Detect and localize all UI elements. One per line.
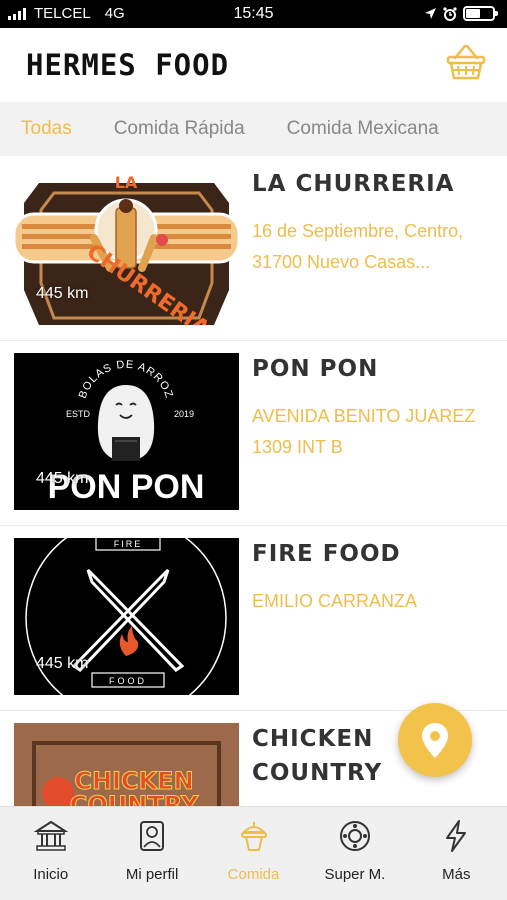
ponpon-logo-estd: ESTD xyxy=(66,409,91,419)
nav-label: Mi perfil xyxy=(125,866,179,883)
profile-icon xyxy=(140,821,165,851)
restaurant-address-line1: AVENIDA BENITO JUAREZ xyxy=(252,406,476,426)
restaurant-logo-la-churreria: LA CHURRERIA 445 km xyxy=(14,168,239,325)
basket-icon[interactable] xyxy=(445,42,487,82)
supermarket-icon xyxy=(339,821,370,851)
location-arrow-icon xyxy=(425,8,436,19)
app-title: HERMES FOOD xyxy=(26,48,230,82)
status-bar: TELCEL 4G 15:45 xyxy=(0,0,507,28)
nav-inicio[interactable]: Inicio xyxy=(0,807,101,900)
restaurant-row-fire-food[interactable]: FIRE FOOD 445 km FIRE FOOD EMILIO CARRAN… xyxy=(0,526,507,711)
tab-todas[interactable]: Todas xyxy=(21,118,72,140)
distance-label: 445 km xyxy=(36,655,89,672)
restaurant-logo-fire-food: FIRE FOOD 445 km xyxy=(14,538,239,695)
lightning-icon xyxy=(446,820,467,852)
tab-comida-rapida[interactable]: Comida Rápida xyxy=(114,118,245,140)
churreria-logo-la: LA xyxy=(115,173,138,192)
restaurant-name: FIRE FOOD xyxy=(252,541,401,567)
battery-icon xyxy=(463,6,498,21)
restaurant-address-line1: 16 de Septiembre, Centro, xyxy=(252,221,464,241)
restaurant-address-line2: 31700 Nuevo Casas... xyxy=(252,252,431,272)
bottom-nav: Inicio Mi perfil Comida Super M. Más xyxy=(0,806,507,900)
nav-label: Comida xyxy=(227,866,280,883)
nav-super-m[interactable]: Super M. xyxy=(304,807,405,900)
chickencountry-logo-graphic: CHICKEN COUNTRY xyxy=(32,741,221,806)
ponpon-logo-year: 2019 xyxy=(174,409,194,419)
alarm-icon xyxy=(443,6,457,21)
restaurant-logo-chicken-country: CHICKEN COUNTRY xyxy=(14,723,239,806)
bank-icon xyxy=(33,820,68,851)
status-right xyxy=(424,6,498,21)
location-pin-icon xyxy=(422,723,448,758)
restaurant-address-line2: 1309 INT B xyxy=(252,437,343,457)
restaurant-name: LA CHURRERIA xyxy=(252,171,455,197)
restaurant-row-pon-pon[interactable]: BOLAS DE ARROZ ESTD 2019 PON PON 445 km … xyxy=(0,341,507,526)
nav-comida[interactable]: Comida xyxy=(203,807,304,900)
distance-label: 445 km xyxy=(36,470,89,487)
restaurant-address-line1: EMILIO CARRANZA xyxy=(252,591,418,611)
restaurant-name: PON PON xyxy=(252,356,379,382)
nav-label: Super M. xyxy=(324,866,386,883)
firefood-logo-bottom: FOOD xyxy=(109,676,147,686)
nav-label: Inicio xyxy=(33,866,69,883)
category-tabs: Todas Comida Rápida Comida Mexicana xyxy=(0,102,507,156)
nav-mi-perfil[interactable]: Mi perfil xyxy=(101,807,202,900)
restaurant-row-la-churreria[interactable]: LA CHURRERIA 445 km LA CHURRERIA 16 de S… xyxy=(0,156,507,341)
distance-label: 445 km xyxy=(36,285,89,302)
chickencountry-logo-line2: COUNTRY xyxy=(70,791,199,806)
firefood-logo-top: FIRE xyxy=(114,539,143,549)
food-icon xyxy=(240,822,267,851)
nav-label: Más xyxy=(442,866,471,883)
app-header: HERMES FOOD xyxy=(0,28,507,102)
tab-comida-mexicana[interactable]: Comida Mexicana xyxy=(287,118,439,140)
restaurant-logo-pon-pon: BOLAS DE ARROZ ESTD 2019 PON PON 445 km xyxy=(14,353,239,510)
nav-mas[interactable]: Más xyxy=(406,807,507,900)
location-fab-button[interactable] xyxy=(398,703,472,777)
